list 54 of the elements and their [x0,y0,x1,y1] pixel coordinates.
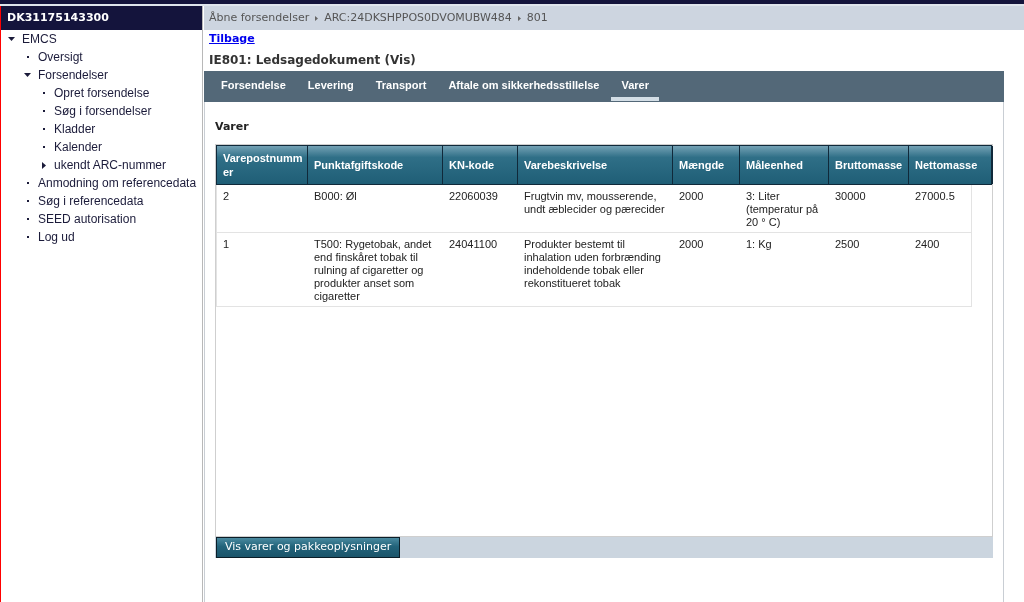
table-cell-text: 2400 [914,237,941,252]
section-title: Varer [215,118,249,135]
column-header: Varepostnummer [217,146,308,184]
column-header: KN-kode [443,146,518,184]
table-cell-text: 30000 [834,189,867,204]
tab[interactable]: Varer [611,71,659,101]
table-cell-text: 27000.5 [914,189,956,204]
nav-tree-item[interactable]: Opret forsendelse [54,86,150,100]
nav-tree-item[interactable]: ukendt ARC-nummer [54,158,167,172]
breadcrumb-current: 801 [526,9,548,26]
nav-tree-item[interactable]: Forsendelser [38,68,109,82]
triangle-right-icon [315,15,319,21]
nav-tree-item[interactable]: Anmodning om referencedata [38,176,197,190]
table-cell-text: Frugtvin mv, mousserende, undt æblecider og pærecider [523,189,666,217]
table-cell-text: 1: Kg [745,237,773,252]
page-title: IE801: Ledsagedokument (Vis) [209,51,416,69]
table-cell-text: T500: Rygetobak, andet end finskåret tobak til rulning af cigaretter og produkter anset som cigaretter [313,237,433,304]
nav-tree-item[interactable]: Oversigt [38,50,83,64]
caret-down-icon[interactable] [24,73,31,77]
tab[interactable]: Aftale om sikkerhedsstillelse [438,71,610,101]
table-cell-text: 3: Liter (temperatur på 20 ° C) [745,189,820,230]
nav-tree-item[interactable]: Kalender [54,140,103,154]
table-cell-text: 2500 [834,237,861,252]
table-cell-text: B000: Øl [313,189,358,204]
show-items-button[interactable]: Vis varer og pakkeoplysninger [216,537,401,558]
column-header: Mængde [673,146,740,184]
table-cell-text: 1 [222,237,231,252]
caret-down-icon[interactable] [8,37,15,41]
nav-tree-item[interactable]: EMCS [22,32,57,46]
table-cell-text: 2000 [678,237,705,252]
column-header: Nettomasse [909,146,993,184]
nav-tree-item[interactable]: Kladder [54,122,96,136]
table-cell-text: 2000 [678,189,705,204]
tab[interactable]: Levering [297,71,364,101]
column-header: Måleenhed [740,146,829,184]
tab[interactable]: Forsendelse [211,71,296,101]
tab[interactable]: Transport [365,71,437,101]
nav-tree-item[interactable]: Søg i forsendelser [54,104,152,118]
breadcrumb-link[interactable]: Åbne forsendelser [209,9,310,27]
back-link[interactable]: Tilbage [209,30,255,48]
column-header: Punktafgiftskode [308,146,443,184]
table-cell-text: 24041100 [448,237,499,252]
breadcrumb-link[interactable]: ARC:24DKSHPPOS0DVOMUBW484 [324,9,512,27]
table-cell-text: Produkter bestemt til inhalation uden forbrænding indeholdende tobak eller rekonstitueret tobak [523,237,662,291]
nav-tree-item[interactable]: SEED autorisation [38,212,137,226]
triangle-right-icon [517,15,521,21]
nav-tree-item[interactable]: Log ud [38,230,75,244]
caret-right-icon[interactable] [41,161,46,169]
table-cell-text: 22060039 [448,189,499,204]
column-header: Varebeskrivelse [518,146,673,184]
nav-tree-item[interactable]: Søg i referencedata [38,194,144,208]
table-cell-text: 2 [222,189,231,204]
account-header: DK31175143300 [1,6,202,30]
column-header: Bruttomasse [829,146,909,184]
